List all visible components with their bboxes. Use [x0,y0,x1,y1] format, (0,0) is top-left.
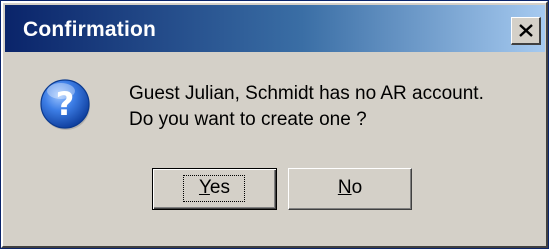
message-text: Guest Julian, Schmidt has no AR account.… [129,81,484,133]
yes-button-label: Yes [199,177,230,198]
dialog-body: ? Guest Julian, Schmidt has no AR accoun… [5,52,545,246]
message-line-1: Guest Julian, Schmidt has no AR account. [129,83,484,104]
close-icon [519,24,533,37]
yes-button[interactable]: Yes [152,168,277,210]
svg-text:?: ? [56,85,75,123]
yes-mnemonic: Y [198,177,210,198]
message-line-2: Do you want to create one ? [129,109,367,130]
yes-label-rest: es [209,177,230,198]
close-button[interactable] [511,17,541,45]
title-bar[interactable]: Confirmation [5,5,545,52]
no-button-label: No [338,177,362,198]
no-button[interactable]: No [288,168,412,210]
confirmation-dialog: Confirmation ? Guest Julian, Schmidt has… [0,0,549,249]
no-label-rest: o [351,177,363,198]
no-mnemonic: N [337,177,352,198]
question-icon: ? [40,79,90,130]
window-title: Confirmation [23,18,157,41]
